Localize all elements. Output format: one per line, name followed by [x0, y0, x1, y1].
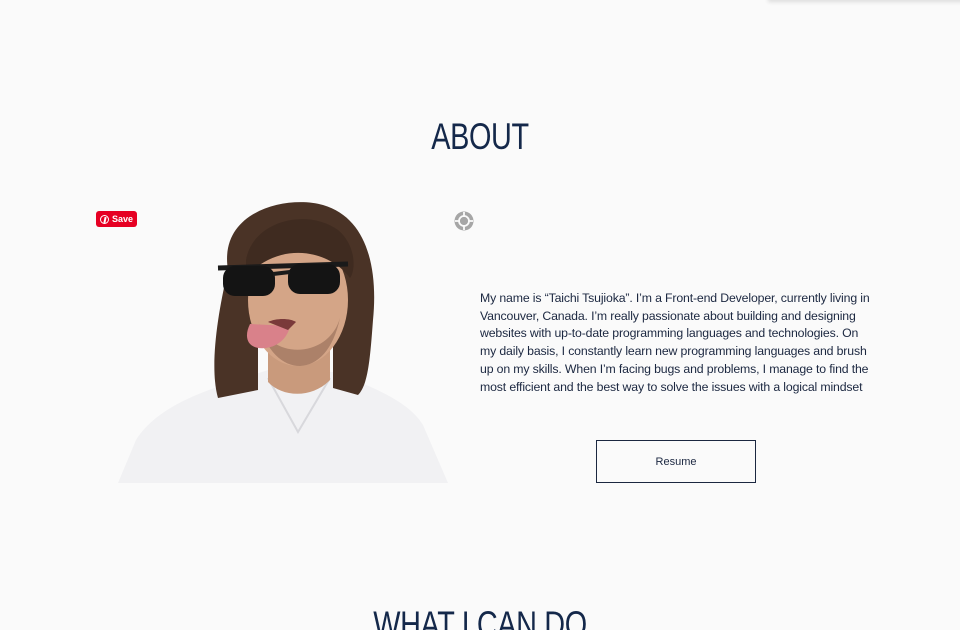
resume-button[interactable]: Resume — [596, 440, 756, 483]
page: ABOUT Save My name is “Taichi Tsujioka”.… — [0, 0, 960, 630]
about-heading: ABOUT — [431, 116, 529, 157]
scan-target-icon[interactable] — [454, 211, 474, 231]
pinterest-icon — [100, 214, 109, 224]
about-bio-text: My name is “Taichi Tsujioka”. I’m a Fron… — [480, 291, 870, 394]
pinterest-save-label: Save — [112, 214, 134, 224]
profile-photo — [118, 200, 448, 483]
pinterest-save-button[interactable]: Save — [96, 211, 137, 227]
what-i-can-do-heading: WHAT I CAN DO — [373, 604, 587, 630]
